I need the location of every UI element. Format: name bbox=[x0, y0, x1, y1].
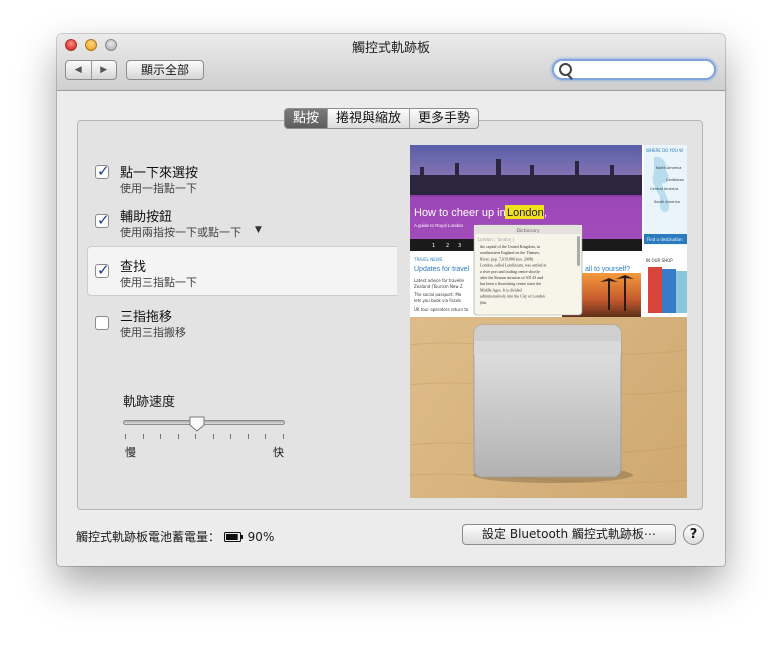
popup-definition-line: after the Roman invasion of AD 43 and bbox=[480, 275, 543, 280]
headline-comma: , bbox=[544, 207, 547, 219]
three-finger-drag-checkbox[interactable] bbox=[95, 316, 109, 330]
guide-label: A guide to Royal London bbox=[414, 223, 464, 228]
tracking-speed-ticks bbox=[125, 434, 285, 440]
secondary-click-checkbox[interactable] bbox=[95, 211, 110, 229]
popup-definition-line: a river port and trading centre shortly bbox=[480, 269, 540, 274]
find-destination-button[interactable]: Find a destination bbox=[647, 237, 683, 242]
pager-2: 2 bbox=[446, 243, 449, 249]
slider-tick bbox=[177, 434, 179, 439]
news-title: Updates for travel bbox=[414, 266, 470, 273]
pager-3: 3 bbox=[458, 243, 461, 249]
option-label: 點一下來選按 bbox=[120, 166, 199, 181]
news-kicker: TRAVEL NEWS bbox=[413, 257, 443, 262]
tab-bar: 點按 捲視與縮放 更多手勢 bbox=[284, 108, 480, 129]
search-field[interactable] bbox=[552, 59, 716, 80]
popup-definition-line: southeastern England on the Thames; bbox=[480, 250, 540, 255]
news-item: Zealand (Tourism New Z bbox=[414, 284, 463, 289]
option-description: 使用三指搬移 bbox=[120, 326, 186, 339]
map-title: WHERE DO YOU W bbox=[646, 148, 683, 153]
slider-tick bbox=[265, 434, 267, 439]
headline-highlight: London bbox=[507, 207, 544, 219]
preferences-window: 觸控式軌跡板 ◀ ▶ 顯示全部 點按 捲視與縮放 更多手勢 點一下來選按 使用一… bbox=[57, 34, 725, 566]
treat-title: all to yourself? bbox=[585, 266, 630, 273]
popup-definition-line: Middle Ages. It is divided bbox=[480, 287, 522, 292]
battery-icon bbox=[223, 532, 243, 542]
help-button[interactable]: ? bbox=[683, 524, 704, 545]
news-item: Latest advice for travelle bbox=[414, 278, 465, 283]
slider-tick bbox=[125, 434, 126, 439]
option-description: 使用一指點一下 bbox=[120, 182, 197, 195]
battery-label: 觸控式軌跡板電池蓄電量： bbox=[76, 530, 221, 544]
news-item: The social passport: Mo bbox=[413, 292, 462, 297]
map-region: Central America bbox=[650, 187, 678, 191]
battery-status: 觸控式軌跡板電池蓄電量： 90% bbox=[76, 528, 274, 545]
battery-value: 90% bbox=[247, 530, 275, 544]
slider-tick bbox=[247, 434, 249, 439]
option-description: 使用三指點一下 bbox=[120, 276, 197, 289]
option-description: 使用兩指按一下或點一下 bbox=[120, 226, 241, 239]
option-label: 查找 bbox=[120, 260, 147, 275]
shop-label: IN OUR SHOP bbox=[646, 258, 673, 263]
title-bar: 觸控式軌跡板 ◀ ▶ 顯示全部 bbox=[57, 34, 725, 91]
tap-to-click-checkbox[interactable] bbox=[95, 162, 110, 180]
slider-tick bbox=[142, 434, 144, 439]
svg-text:How to cheer up in: How to cheer up in bbox=[414, 207, 506, 219]
option-label: 三指拖移 bbox=[120, 310, 173, 325]
headline-text: How to cheer up in bbox=[414, 207, 506, 219]
search-input[interactable] bbox=[574, 62, 714, 79]
popup-definition-line: has been a flourishing centre since the bbox=[480, 281, 541, 286]
map-region: Caribbean bbox=[666, 178, 684, 182]
slider-tick bbox=[195, 434, 197, 439]
popup-definition-line: (the bbox=[480, 300, 486, 305]
tracking-speed-thumb[interactable] bbox=[189, 416, 205, 432]
tab-more-gestures[interactable]: 更多手勢 bbox=[409, 109, 478, 128]
setup-bluetooth-trackpad-button[interactable]: 設定 Bluetooth 觸控式軌跡板⋯ bbox=[462, 524, 676, 545]
news-item: lets you book via Faceb bbox=[414, 298, 461, 303]
tab-scroll-zoom[interactable]: 捲視與縮放 bbox=[327, 109, 409, 128]
show-all-button[interactable]: 顯示全部 bbox=[126, 60, 204, 80]
tracking-speed-label: 軌跡速度 bbox=[123, 395, 176, 410]
slider-tick bbox=[230, 434, 232, 439]
gesture-preview: How to cheer up in London , A guide to R… bbox=[410, 145, 687, 498]
pager-1: 1 bbox=[432, 243, 435, 249]
dictionary-popup: Dictionary London | 'landən | the capita… bbox=[473, 224, 583, 316]
look-up-checkbox[interactable] bbox=[95, 261, 110, 279]
chevron-down-icon[interactable]: ▼ bbox=[255, 225, 262, 235]
slider-tick bbox=[212, 434, 214, 439]
back-forward-control: ◀ ▶ bbox=[65, 60, 117, 80]
fast-label: 快 bbox=[273, 446, 284, 459]
map-region: North America bbox=[656, 166, 681, 170]
popup-title: Dictionary bbox=[516, 228, 539, 234]
search-icon bbox=[559, 63, 572, 76]
popup-entry: London | 'landən | bbox=[478, 237, 514, 242]
tab-click[interactable]: 點按 bbox=[285, 109, 328, 128]
news-item: UK tour operators return to bbox=[414, 307, 469, 312]
forward-button[interactable]: ▶ bbox=[90, 61, 117, 79]
slow-label: 慢 bbox=[125, 446, 136, 459]
back-button[interactable]: ◀ bbox=[66, 61, 91, 79]
map-region: South America bbox=[654, 200, 680, 204]
slider-tick bbox=[283, 434, 284, 439]
option-label: 輔助按鈕 bbox=[120, 210, 173, 225]
window-title: 觸控式軌跡板 bbox=[351, 41, 430, 56]
popup-definition-line: administratively into the City of London bbox=[480, 294, 545, 299]
slider-tick bbox=[160, 434, 162, 439]
